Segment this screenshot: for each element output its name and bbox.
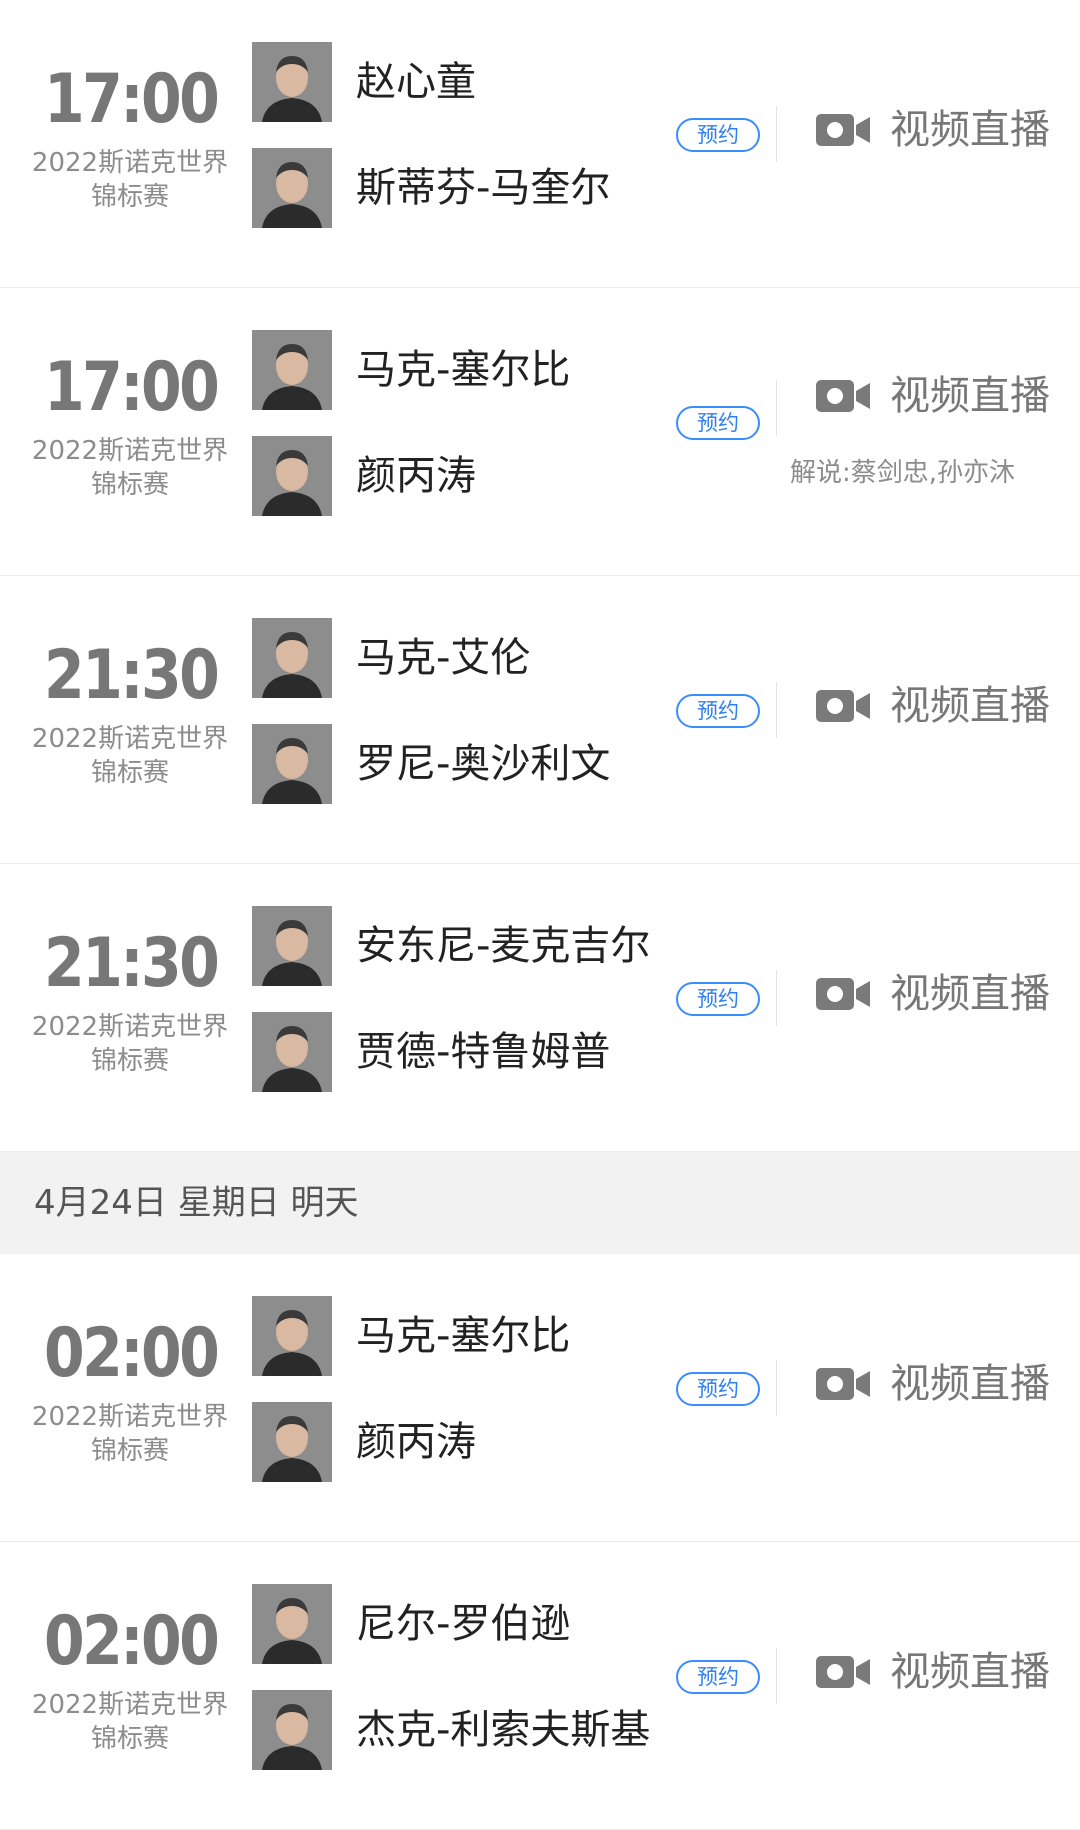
reserve-button[interactable]: 预约 [676,1660,760,1694]
video-camera-icon [816,690,870,722]
event-name: 2022斯诺克世界锦标赛 [31,148,229,212]
video-live-label: 视频直播 [890,971,1050,1017]
player-name-1[interactable]: 尼尔-罗伯逊 [356,1600,570,1648]
event-name: 2022斯诺克世界锦标赛 [31,724,229,788]
video-camera-icon [816,1656,870,1688]
match-time: 21:30 [44,924,220,1003]
video-live-button[interactable]: 视频直播 [814,370,1050,422]
video-live-button[interactable]: 视频直播 [814,680,1050,732]
video-live-button[interactable]: 视频直播 [814,104,1050,156]
match-time: 02:00 [44,1314,220,1393]
match-row[interactable]: 17:00 2022斯诺克世界锦标赛 赵心童 斯蒂芬-马奎尔 预约 视频直播 [0,0,1080,288]
player-name-1[interactable]: 赵心童 [356,58,476,106]
player-name-2[interactable]: 颜丙涛 [356,1418,476,1466]
player-avatar-icon[interactable] [252,1584,332,1664]
match-time: 17:00 [44,348,220,427]
video-live-button[interactable]: 视频直播 [814,1646,1050,1698]
player-name-1[interactable]: 马克-艾伦 [356,634,530,682]
player-name-1[interactable]: 马克-塞尔比 [356,346,570,394]
player-avatar-icon[interactable] [252,1012,332,1092]
match-row[interactable]: 21:30 2022斯诺克世界锦标赛 安东尼-麦克吉尔 贾德-特鲁姆普 预约 视… [0,864,1080,1152]
video-live-label: 视频直播 [890,373,1050,419]
match-row[interactable]: 02:00 2022斯诺克世界锦标赛 尼尔-罗伯逊 杰克-利索夫斯基 预约 视频… [0,1542,1080,1830]
reserve-button[interactable]: 预约 [676,1372,760,1406]
video-camera-icon [816,1368,870,1400]
player-avatar-icon[interactable] [252,618,332,698]
match-row[interactable]: 17:00 2022斯诺克世界锦标赛 马克-塞尔比 颜丙涛 预约 视频直播 解说… [0,288,1080,576]
player-avatar-icon[interactable] [252,724,332,804]
player-name-2[interactable]: 罗尼-奥沙利文 [356,740,610,788]
video-live-button[interactable]: 视频直播 [814,1358,1050,1410]
player-name-2[interactable]: 颜丙涛 [356,452,476,500]
commentary-text: 解说:蔡剑忠,孙亦沐 [790,458,1016,488]
event-name: 2022斯诺克世界锦标赛 [31,1402,229,1466]
video-live-label: 视频直播 [890,1361,1050,1407]
video-camera-icon [816,978,870,1010]
video-live-label: 视频直播 [890,1649,1050,1695]
event-name: 2022斯诺克世界锦标赛 [31,1690,229,1754]
player-avatar-icon[interactable] [252,1402,332,1482]
player-avatar-icon[interactable] [252,1296,332,1376]
player-avatar-icon[interactable] [252,42,332,122]
player-avatar-icon[interactable] [252,330,332,410]
player-name-1[interactable]: 马克-塞尔比 [356,1312,570,1360]
event-name: 2022斯诺克世界锦标赛 [31,436,229,500]
video-live-label: 视频直播 [890,683,1050,729]
match-row[interactable]: 02:00 2022斯诺克世界锦标赛 马克-塞尔比 颜丙涛 预约 视频直播 [0,1254,1080,1542]
match-time: 02:00 [44,1602,220,1681]
match-time: 21:30 [44,636,220,715]
divider [776,682,777,738]
event-name: 2022斯诺克世界锦标赛 [31,1012,229,1076]
divider [776,380,777,436]
player-avatar-icon[interactable] [252,436,332,516]
video-live-button[interactable]: 视频直播 [814,968,1050,1020]
video-camera-icon [816,380,870,412]
video-camera-icon [816,114,870,146]
player-name-2[interactable]: 贾德-特鲁姆普 [356,1028,610,1076]
player-name-1[interactable]: 安东尼-麦克吉尔 [356,922,650,970]
divider [776,1360,777,1416]
reserve-button[interactable]: 预约 [676,406,760,440]
divider [776,106,777,162]
reserve-button[interactable]: 预约 [676,694,760,728]
video-live-label: 视频直播 [890,107,1050,153]
player-avatar-icon[interactable] [252,148,332,228]
match-time: 17:00 [44,60,220,139]
player-avatar-icon[interactable] [252,906,332,986]
reserve-button[interactable]: 预约 [676,982,760,1016]
player-avatar-icon[interactable] [252,1690,332,1770]
player-name-2[interactable]: 斯蒂芬-马奎尔 [356,164,610,212]
player-name-2[interactable]: 杰克-利索夫斯基 [356,1706,650,1754]
divider [776,970,777,1026]
reserve-button[interactable]: 预约 [676,118,760,152]
date-header: 4月24日 星期日 明天 [0,1152,1080,1254]
divider [776,1648,777,1704]
match-row[interactable]: 21:30 2022斯诺克世界锦标赛 马克-艾伦 罗尼-奥沙利文 预约 视频直播 [0,576,1080,864]
match-schedule-list: 17:00 2022斯诺克世界锦标赛 赵心童 斯蒂芬-马奎尔 预约 视频直播 1… [0,0,1080,1830]
